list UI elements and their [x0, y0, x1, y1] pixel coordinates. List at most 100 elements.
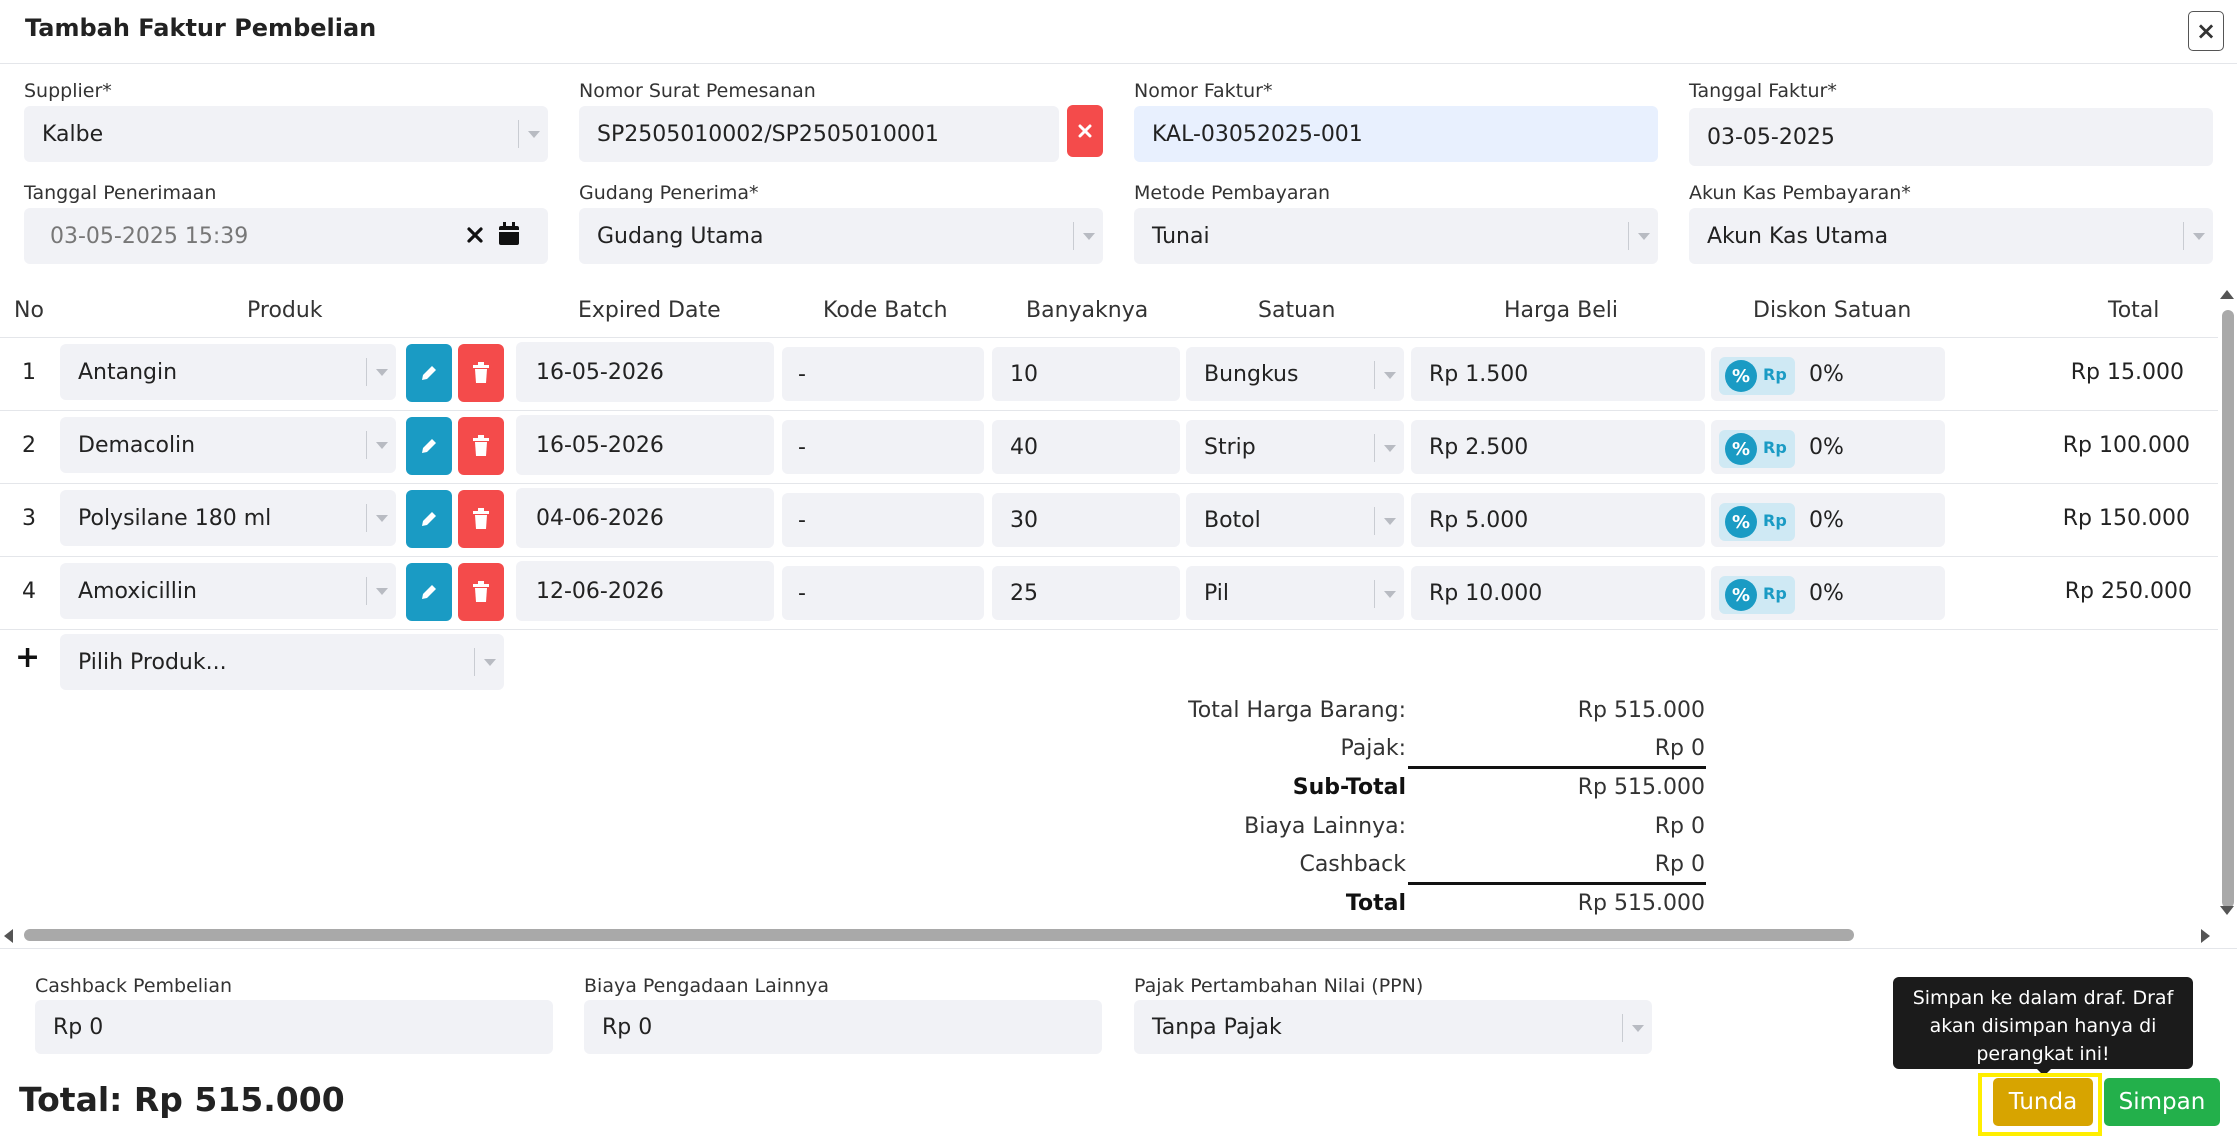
row-harga-value: Rp 10.000 [1429, 580, 1543, 606]
row-expired-input[interactable]: 04-06-2026 [516, 488, 774, 548]
edit-row-button[interactable] [406, 417, 452, 475]
supplier-select[interactable]: Kalbe [24, 106, 548, 162]
row-harga-input[interactable]: Rp 5.000 [1411, 493, 1705, 547]
row-produk-select[interactable]: Demacolin [60, 417, 396, 473]
nomor-sp-field[interactable]: SP2505010002/SP2505010001 [579, 106, 1059, 162]
row-diskon-input[interactable]: % Rp 0% [1711, 347, 1945, 401]
vertical-scrollbar[interactable] [2222, 310, 2234, 908]
rupiah-icon[interactable]: Rp [1763, 438, 1787, 457]
row-qty-input[interactable]: 10 [992, 347, 1180, 401]
gudang-select[interactable]: Gudang Utama [579, 208, 1103, 264]
th-diskon: Diskon Satuan [1753, 298, 1912, 323]
delete-row-button[interactable] [458, 344, 504, 402]
discount-type-toggle[interactable]: % Rp [1719, 576, 1795, 614]
row-no: 2 [22, 433, 36, 458]
delete-row-button[interactable] [458, 563, 504, 621]
row-expired-input[interactable]: 12-06-2026 [516, 561, 774, 621]
calendar-icon[interactable] [498, 222, 520, 246]
scroll-right-arrow[interactable] [2201, 929, 2210, 943]
discount-type-toggle[interactable]: % Rp [1719, 357, 1795, 395]
row-produk-select[interactable]: Amoxicillin [60, 563, 396, 619]
percent-icon[interactable]: % [1725, 433, 1757, 465]
chevron-down-icon [1073, 222, 1103, 250]
close-button[interactable]: × [2188, 11, 2224, 51]
summary-cashback-label: Cashback [1299, 852, 1406, 877]
biaya-pengadaan-input[interactable]: Rp 0 [584, 1000, 1102, 1054]
chevron-down-icon [518, 120, 548, 148]
pencil-icon [422, 366, 436, 380]
row-qty-input[interactable]: 25 [992, 566, 1180, 620]
rupiah-icon[interactable]: Rp [1763, 584, 1787, 603]
row-satuan-select[interactable]: Pil [1186, 566, 1404, 620]
clear-date-icon[interactable] [464, 224, 486, 246]
chevron-down-icon [1374, 507, 1404, 535]
th-batch: Kode Batch [823, 298, 948, 323]
row-batch-input[interactable]: - [782, 420, 984, 474]
summary-biaya-label: Biaya Lainnya: [1244, 814, 1406, 839]
row-produk-select[interactable]: Polysilane 180 ml [60, 490, 396, 546]
row-batch-input[interactable]: - [782, 566, 984, 620]
header-divider [0, 63, 2237, 64]
row-batch-value: - [798, 434, 806, 460]
row-no: 4 [22, 579, 36, 604]
row-batch-input[interactable]: - [782, 493, 984, 547]
horizontal-scrollbar[interactable] [24, 929, 1854, 941]
row-expired-input[interactable]: 16-05-2026 [516, 342, 774, 402]
row-batch-input[interactable]: - [782, 347, 984, 401]
scroll-down-arrow[interactable] [2220, 906, 2234, 915]
clear-sp-button[interactable] [1067, 105, 1103, 157]
percent-icon[interactable]: % [1725, 506, 1757, 538]
trash-icon [473, 362, 489, 383]
row-produk-select[interactable]: Antangin [60, 344, 396, 400]
row-harga-input[interactable]: Rp 2.500 [1411, 420, 1705, 474]
chevron-down-icon [366, 431, 396, 459]
summary-divider [1408, 766, 1706, 769]
close-icon [1078, 124, 1092, 138]
gudang-label: Gudang Penerima* [579, 182, 759, 204]
row-batch-value: - [798, 580, 806, 606]
percent-icon[interactable]: % [1725, 579, 1757, 611]
row-qty-input[interactable]: 40 [992, 420, 1180, 474]
row-expired-input[interactable]: 16-05-2026 [516, 415, 774, 475]
discount-type-toggle[interactable]: % Rp [1719, 503, 1795, 541]
cashback-pembelian-input[interactable]: Rp 0 [35, 1000, 553, 1054]
akun-kas-select[interactable]: Akun Kas Utama [1689, 208, 2213, 264]
add-product-select[interactable]: Pilih Produk... [60, 634, 504, 690]
rupiah-icon[interactable]: Rp [1763, 511, 1787, 530]
row-total: Rp 15.000 [2070, 360, 2184, 385]
row-satuan-select[interactable]: Bungkus [1186, 347, 1404, 401]
nomor-faktur-input[interactable]: KAL-03052025-001 [1134, 106, 1658, 162]
simpan-button[interactable]: Simpan [2104, 1078, 2220, 1126]
summary-total-harga-value: Rp 515.000 [1577, 698, 1705, 723]
row-satuan-select[interactable]: Strip [1186, 420, 1404, 474]
delete-row-button[interactable] [458, 490, 504, 548]
delete-row-button[interactable] [458, 417, 504, 475]
metode-select[interactable]: Tunai [1134, 208, 1658, 264]
scroll-up-arrow[interactable] [2220, 290, 2234, 299]
edit-row-button[interactable] [406, 563, 452, 621]
add-product-icon[interactable]: + [15, 640, 40, 675]
row-produk-value: Polysilane 180 ml [78, 505, 272, 531]
row-qty-input[interactable]: 30 [992, 493, 1180, 547]
row-diskon-input[interactable]: % Rp 0% [1711, 566, 1945, 620]
edit-row-button[interactable] [406, 490, 452, 548]
chevron-down-icon [1374, 361, 1404, 389]
row-diskon-input[interactable]: % Rp 0% [1711, 420, 1945, 474]
scroll-left-arrow[interactable] [4, 929, 13, 943]
ppn-select[interactable]: Tanpa Pajak [1134, 1000, 1652, 1054]
row-diskon-input[interactable]: % Rp 0% [1711, 493, 1945, 547]
rupiah-icon[interactable]: Rp [1763, 365, 1787, 384]
tunda-button[interactable]: Tunda [1993, 1078, 2093, 1126]
ppn-label: Pajak Pertambahan Nilai (PPN) [1134, 975, 1424, 997]
row-satuan-select[interactable]: Botol [1186, 493, 1404, 547]
discount-type-toggle[interactable]: % Rp [1719, 430, 1795, 468]
row-harga-input[interactable]: Rp 1.500 [1411, 347, 1705, 401]
nomor-faktur-label: Nomor Faktur* [1134, 80, 1273, 102]
percent-icon[interactable]: % [1725, 360, 1757, 392]
row-harga-input[interactable]: Rp 10.000 [1411, 566, 1705, 620]
chevron-down-icon [1374, 580, 1404, 608]
row-total: Rp 100.000 [2062, 433, 2190, 458]
row-satuan-value: Bungkus [1204, 361, 1299, 387]
tanggal-faktur-input[interactable]: 03-05-2025 [1689, 108, 2213, 166]
edit-row-button[interactable] [406, 344, 452, 402]
